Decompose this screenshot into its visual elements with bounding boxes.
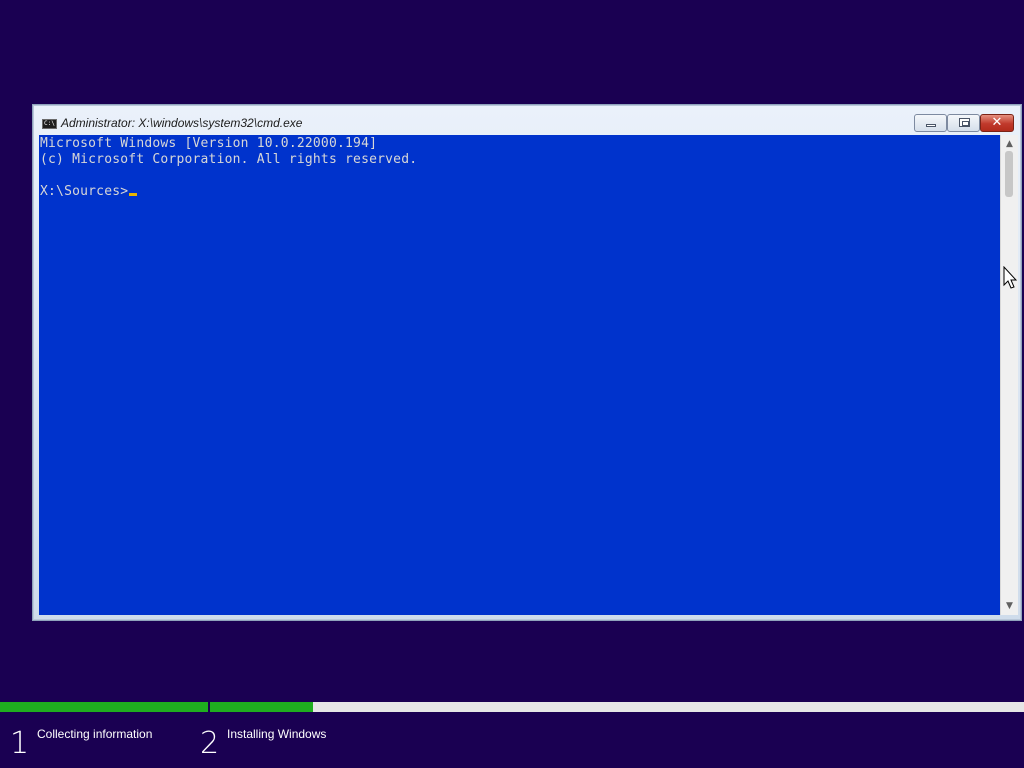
close-icon: ✕: [991, 115, 1003, 130]
step-number: 2: [200, 726, 220, 761]
vertical-scrollbar[interactable]: ▲ ▼: [1000, 135, 1018, 615]
progress-fill-step1: [0, 702, 208, 712]
mouse-pointer-icon: [1003, 266, 1017, 289]
cmd-app-icon-text: C:\: [44, 120, 55, 127]
step-number: 1: [10, 726, 30, 761]
console-line: (c) Microsoft Corporation. All rights re…: [40, 152, 418, 167]
scroll-down-arrow-icon[interactable]: ▼: [1001, 599, 1018, 613]
close-button[interactable]: ✕: [980, 114, 1014, 132]
cmd-app-icon[interactable]: C:\: [42, 119, 57, 129]
window-title: Administrator: X:\windows\system32\cmd.e…: [61, 116, 303, 130]
progress-fill-step2: [210, 702, 313, 712]
scroll-up-arrow-icon[interactable]: ▲: [1001, 137, 1018, 151]
setup-desktop: C:\ Administrator: X:\windows\system32\c…: [0, 0, 1024, 768]
step-label: Collecting information: [37, 727, 153, 741]
console-prompt-line[interactable]: X:\Sources>: [40, 184, 138, 200]
minimize-button[interactable]: [914, 114, 947, 132]
console-output[interactable]: Microsoft Windows [Version 10.0.22000.19…: [39, 135, 1000, 615]
step-label: Installing Windows: [227, 727, 327, 741]
title-bar[interactable]: C:\ Administrator: X:\windows\system32\c…: [33, 105, 1021, 135]
cmd-window[interactable]: C:\ Administrator: X:\windows\system32\c…: [32, 104, 1022, 621]
maximize-button[interactable]: [947, 114, 980, 132]
console-line: Microsoft Windows [Version 10.0.22000.19…: [40, 136, 378, 151]
text-cursor: [129, 193, 138, 196]
progress-bar-step1: [0, 702, 208, 712]
maximize-icon: [959, 118, 970, 127]
console-prompt: X:\Sources>: [40, 184, 129, 199]
minimize-icon: [926, 124, 936, 127]
progress-bar-step2: [210, 702, 1024, 712]
scroll-thumb[interactable]: [1005, 151, 1013, 197]
